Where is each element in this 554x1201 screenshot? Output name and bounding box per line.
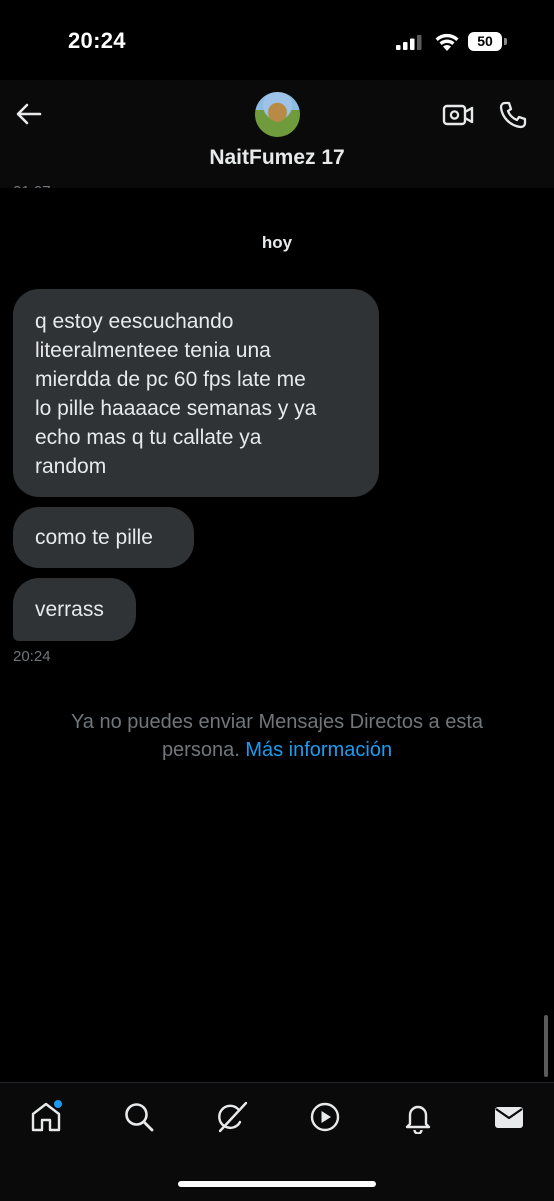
battery-indicator: 50 <box>468 32 502 51</box>
wifi-icon <box>435 33 459 51</box>
message-line: lo pille haaaace semanas y ya <box>35 397 317 420</box>
message-bubble[interactable]: verrass <box>13 578 136 641</box>
status-time: 20:24 <box>68 28 126 53</box>
message-line: echo mas q tu callate ya <box>35 426 262 449</box>
message-line: random <box>35 455 107 478</box>
grok-icon[interactable] <box>215 1100 249 1134</box>
status-bar: 20:24 50 <box>0 0 554 80</box>
conversation-header: NaitFumez 17 <box>0 80 554 188</box>
bell-icon[interactable] <box>401 1100 435 1134</box>
video-play-icon[interactable] <box>308 1100 342 1134</box>
home-icon[interactable] <box>29 1100 63 1134</box>
message-text: verrass <box>35 598 104 621</box>
back-arrow-icon[interactable] <box>14 99 44 129</box>
dm-restriction-notice: Ya no puedes enviar Mensajes Directos a … <box>30 708 524 764</box>
message-bubble[interactable]: q estoy eescuchando liteeralmenteee teni… <box>13 289 379 497</box>
message-timestamp: 20:24 <box>13 648 51 665</box>
message-line: mierdda de pc 60 fps late me <box>35 368 306 391</box>
scrollbar[interactable] <box>544 1015 548 1077</box>
contact-name[interactable]: NaitFumez 17 <box>0 146 554 170</box>
search-icon[interactable] <box>122 1100 156 1134</box>
mail-icon[interactable] <box>492 1100 526 1134</box>
avatar[interactable] <box>255 92 300 137</box>
previous-timestamp: 21:07 <box>13 178 51 188</box>
home-indicator <box>178 1181 376 1187</box>
day-separator: hoy <box>261 233 293 252</box>
message-bubble[interactable]: como te pille <box>13 507 194 568</box>
video-call-icon[interactable] <box>442 100 474 130</box>
message-line: q estoy eescuchando <box>35 310 234 333</box>
more-info-link[interactable]: Más información <box>245 739 392 761</box>
notification-dot <box>54 1100 62 1108</box>
cellular-signal-icon <box>396 35 422 50</box>
battery-tip <box>504 38 507 45</box>
message-text: como te pille <box>35 526 153 549</box>
phone-call-icon[interactable] <box>498 100 528 130</box>
message-line: liteeralmenteee tenia una <box>35 339 271 362</box>
